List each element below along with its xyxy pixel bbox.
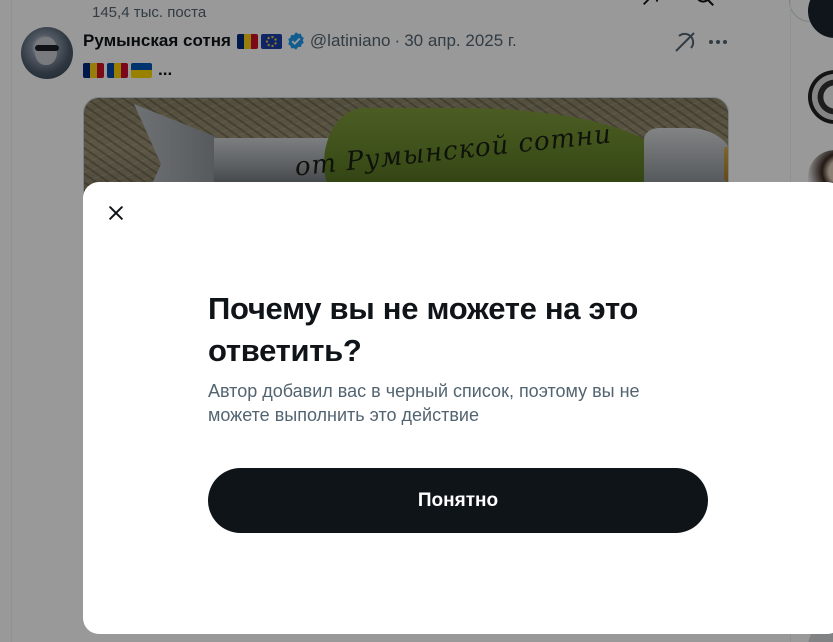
- ok-button[interactable]: Понятно: [208, 468, 708, 533]
- close-icon: [109, 206, 123, 220]
- dialog-description: Автор добавил вас в черный список, поэто…: [208, 381, 640, 425]
- dialog-title: Почему вы не можете на это ответить?: [208, 291, 639, 368]
- page: 145,4 тыс. поста Румынская сотня @latini…: [0, 0, 833, 642]
- reply-restricted-dialog: Почему вы не можете на это ответить? Авт…: [83, 182, 833, 634]
- close-button[interactable]: [99, 196, 133, 230]
